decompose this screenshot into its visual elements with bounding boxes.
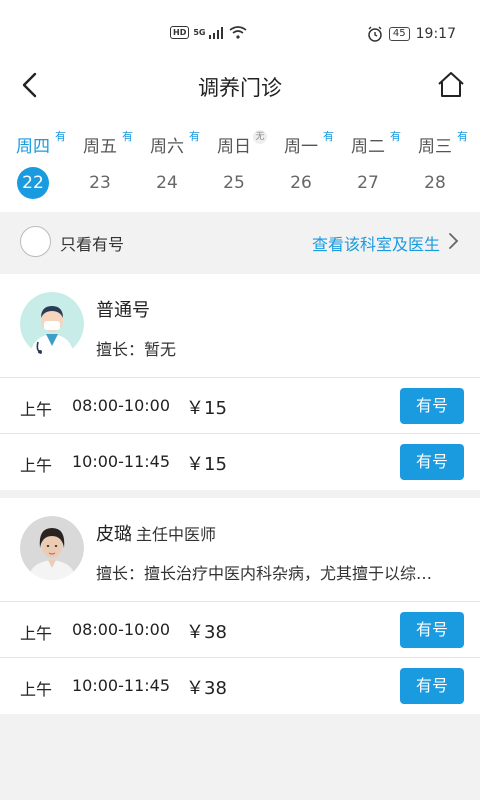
slot-time: 10:00-11:45: [72, 452, 170, 471]
doctor-photo-icon: [20, 516, 84, 580]
hd-icon: HD: [170, 26, 190, 39]
slot-period: 上午: [20, 456, 53, 475]
time-slot-row: 上午 08:00-10:00 ￥38 有号: [0, 602, 480, 658]
doctor-specialty: 擅长：暂无: [96, 340, 177, 359]
day-date: 27: [357, 173, 379, 193]
day-date: 26: [290, 173, 312, 193]
status-bar: HD 5G 45 19:17: [0, 0, 480, 60]
time-slot-row: 上午 10:00-11:45 ￥15 有号: [0, 434, 480, 490]
day-date: 23: [89, 173, 111, 193]
day-weekday: 周五有: [83, 130, 133, 157]
slot-period: 上午: [20, 624, 53, 643]
day-weekday: 周四有: [16, 130, 66, 157]
book-slot-button[interactable]: 有号: [400, 668, 464, 704]
availability-tag: 有: [457, 130, 468, 143]
slot-time: 10:00-11:45: [72, 676, 170, 695]
slot-price: ￥38: [186, 622, 227, 643]
day-weekday: 周六有: [150, 130, 200, 157]
availability-tag: 有: [122, 130, 133, 143]
avatar: [20, 516, 84, 580]
day-weekday: 周三有: [418, 130, 468, 157]
page-title: 调养门诊: [198, 76, 282, 100]
status-time: 19:17: [415, 26, 456, 42]
book-slot-button[interactable]: 有号: [400, 444, 464, 480]
view-department-link[interactable]: 查看该科室及医生: [312, 231, 440, 255]
day-date: 24: [156, 173, 178, 193]
day-date: 25: [223, 173, 245, 193]
day-weekday: 周二有: [351, 130, 401, 157]
battery-icon: 45: [388, 27, 410, 41]
doctor-header[interactable]: 普通号 擅长：暂无: [0, 274, 480, 378]
doctor-header[interactable]: 皮璐 主任中医师 擅长：擅长治疗中医内科杂病，尤其擅于以综…: [0, 498, 480, 602]
signal-icon: [209, 26, 224, 39]
availability-tag: 有: [390, 130, 401, 143]
slot-period: 上午: [20, 680, 53, 699]
doctor-title: 主任中医师: [136, 525, 217, 544]
slot-time: 08:00-10:00: [72, 620, 170, 639]
doctor-card: 皮璐 主任中医师 擅长：擅长治疗中医内科杂病，尤其擅于以综… 上午 08:00-1…: [0, 498, 480, 714]
availability-tag: 无: [253, 130, 267, 144]
doctor-name: 皮璐 主任中医师: [96, 524, 217, 545]
availability-tag: 有: [55, 130, 66, 143]
slot-time: 08:00-10:00: [72, 396, 170, 415]
day-weekday: 周一有: [284, 130, 334, 157]
day-item[interactable]: 周日无 25: [201, 130, 267, 199]
slot-period: 上午: [20, 400, 53, 419]
avatar: [20, 292, 84, 356]
slot-price: ￥38: [186, 678, 227, 699]
doctor-card: 普通号 擅长：暂无 上午 08:00-10:00 ￥15 有号 上午 10:00…: [0, 274, 480, 490]
day-item[interactable]: 周一有 26: [268, 130, 334, 199]
availability-tag: 有: [323, 130, 334, 143]
day-item[interactable]: 周四有 22: [0, 130, 66, 199]
doctor-name: 普通号: [96, 300, 150, 321]
filter-bar: 只看有号 查看该科室及医生: [0, 212, 480, 270]
wifi-icon: [230, 26, 247, 39]
day-date: 22: [17, 167, 49, 199]
book-slot-button[interactable]: 有号: [400, 612, 464, 648]
day-date: 28: [424, 173, 446, 193]
day-item[interactable]: 周五有 23: [67, 130, 133, 199]
time-slot-row: 上午 10:00-11:45 ￥38 有号: [0, 658, 480, 714]
day-item[interactable]: 周三有 28: [402, 130, 468, 199]
availability-tag: 有: [189, 130, 200, 143]
only-available-checkbox[interactable]: [20, 226, 51, 257]
doctor-avatar-icon: [20, 292, 84, 356]
date-selector: 周四有 22 周五有 23 周六有 24 周日无 25 周一有 26 周二有 2…: [0, 112, 480, 212]
only-available-label[interactable]: 只看有号: [60, 231, 124, 255]
status-right: 45 19:17: [367, 26, 456, 42]
chevron-right-icon[interactable]: [446, 232, 460, 250]
day-item[interactable]: 周二有 27: [335, 130, 401, 199]
day-item[interactable]: 周六有 24: [134, 130, 200, 199]
day-weekday: 周日无: [217, 130, 267, 157]
nav-bar: 调养门诊: [0, 60, 480, 112]
book-slot-button[interactable]: 有号: [400, 388, 464, 424]
slot-price: ￥15: [186, 454, 227, 475]
home-icon[interactable]: [436, 70, 466, 100]
network-label: 5G: [193, 28, 206, 37]
doctor-specialty: 擅长：擅长治疗中医内科杂病，尤其擅于以综…: [96, 564, 433, 583]
alarm-icon: [368, 26, 382, 42]
status-left: HD 5G: [170, 26, 247, 39]
time-slot-row: 上午 08:00-10:00 ￥15 有号: [0, 378, 480, 434]
slot-price: ￥15: [186, 398, 227, 419]
